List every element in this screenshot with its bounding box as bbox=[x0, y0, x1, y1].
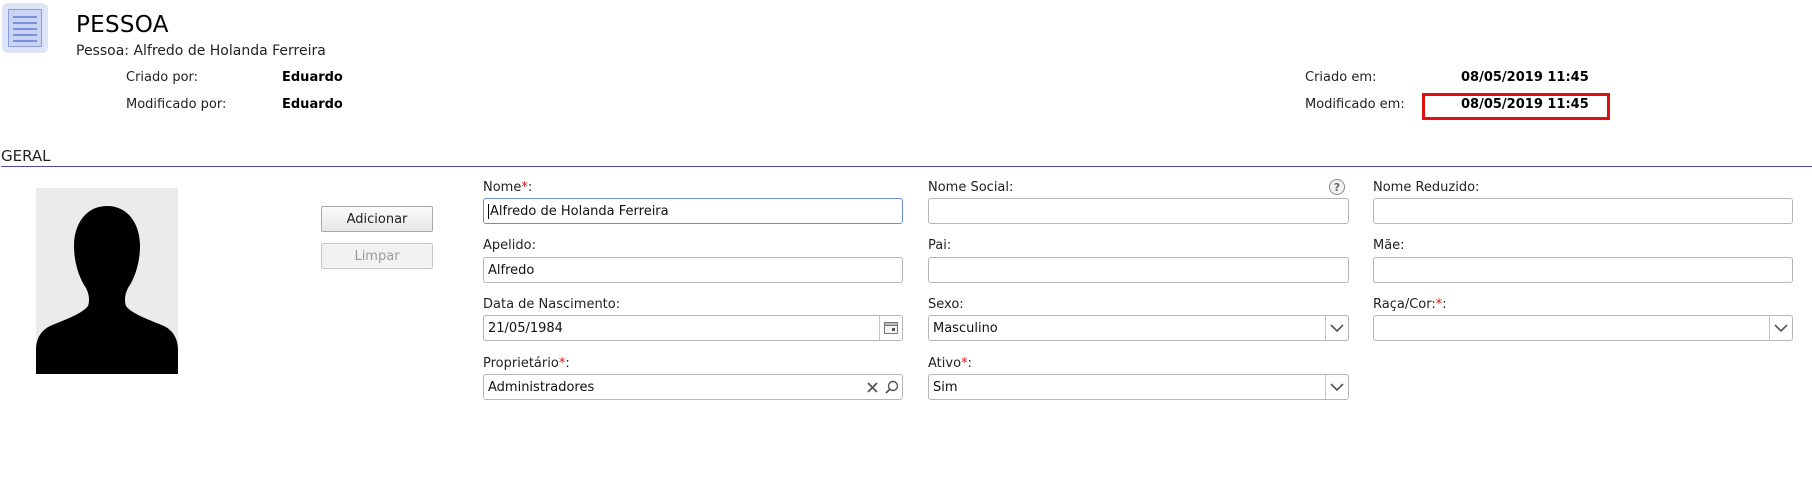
ativo-select[interactable]: Sim bbox=[928, 374, 1349, 400]
section-divider bbox=[1, 166, 1812, 167]
add-photo-button[interactable]: Adicionar bbox=[321, 206, 433, 232]
search-icon[interactable] bbox=[882, 375, 902, 399]
created-by-label: Criado por: bbox=[126, 70, 199, 85]
modified-on-highlight-box bbox=[1422, 93, 1610, 120]
nome-input[interactable]: Alfredo de Holanda Ferreira bbox=[483, 198, 903, 224]
created-on-value: 08/05/2019 11:45 bbox=[1461, 70, 1589, 85]
raca-cor-label: Raça/Cor:*: bbox=[1373, 297, 1447, 312]
person-silhouette-icon bbox=[36, 188, 178, 374]
mae-input[interactable] bbox=[1373, 257, 1793, 283]
page-title: PESSOA bbox=[76, 12, 169, 38]
mae-label: Mãe: bbox=[1373, 238, 1405, 253]
proprietario-lookup[interactable]: Administradores bbox=[483, 374, 903, 400]
chevron-down-icon[interactable] bbox=[1769, 316, 1792, 340]
raca-cor-select[interactable] bbox=[1373, 315, 1793, 341]
nome-label: Nome*: bbox=[483, 180, 533, 195]
chevron-down-icon[interactable] bbox=[1325, 375, 1348, 399]
page-subtitle: Pessoa: Alfredo de Holanda Ferreira bbox=[76, 43, 326, 59]
apelido-label: Apelido: bbox=[483, 238, 536, 253]
created-on-label: Criado em: bbox=[1305, 70, 1377, 85]
nome-social-input[interactable] bbox=[928, 198, 1349, 224]
section-title-geral: GERAL bbox=[1, 147, 51, 165]
nome-value: Alfredo de Holanda Ferreira bbox=[490, 203, 669, 219]
sexo-select[interactable]: Masculino bbox=[928, 315, 1349, 341]
nome-social-label: Nome Social: bbox=[928, 180, 1014, 195]
nome-reduzido-label: Nome Reduzido: bbox=[1373, 180, 1480, 195]
pai-input[interactable] bbox=[928, 257, 1349, 283]
apelido-input[interactable]: Alfredo bbox=[483, 257, 903, 283]
data-nascimento-label: Data de Nascimento: bbox=[483, 297, 621, 312]
help-icon[interactable]: ? bbox=[1329, 179, 1345, 195]
modified-by-label: Modificado por: bbox=[126, 97, 227, 112]
modified-by-value: Eduardo bbox=[282, 97, 343, 112]
clear-photo-button[interactable]: Limpar bbox=[321, 243, 433, 269]
profile-photo-placeholder bbox=[36, 188, 178, 374]
modified-on-label: Modificado em: bbox=[1305, 97, 1405, 112]
data-nascimento-input[interactable]: 21/05/1984 bbox=[483, 315, 903, 341]
calendar-icon[interactable] bbox=[879, 316, 902, 340]
clear-icon[interactable] bbox=[862, 375, 882, 399]
created-by-value: Eduardo bbox=[282, 70, 343, 85]
ativo-label: Ativo*: bbox=[928, 356, 972, 371]
sexo-label: Sexo: bbox=[928, 297, 964, 312]
proprietario-label: Proprietário*: bbox=[483, 356, 570, 371]
nome-reduzido-input[interactable] bbox=[1373, 198, 1793, 224]
chevron-down-icon[interactable] bbox=[1325, 316, 1348, 340]
pai-label: Pai: bbox=[928, 238, 952, 253]
pessoa-app-icon bbox=[2, 3, 48, 53]
